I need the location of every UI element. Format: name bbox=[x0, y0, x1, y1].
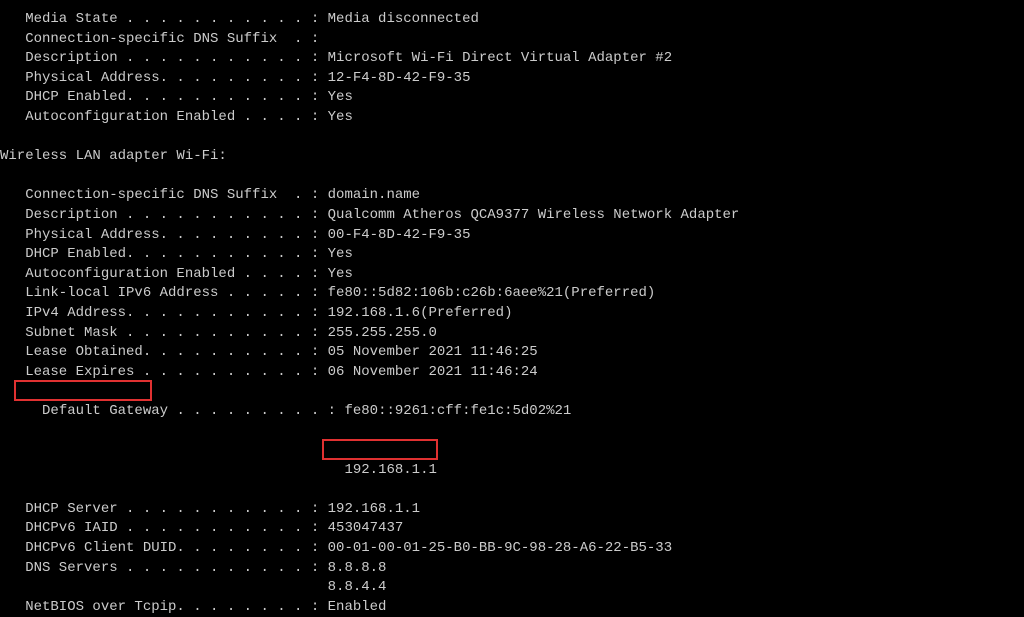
subnet-mask-line: Subnet Mask . . . . . . . . . . . : 255.… bbox=[0, 324, 1024, 344]
link-local-ipv6-line: Link-local IPv6 Address . . . . . : fe80… bbox=[0, 284, 1024, 304]
physical-address-line: Physical Address. . . . . . . . . : 12-F… bbox=[0, 69, 1024, 89]
netbios-line: NetBIOS over Tcpip. . . . . . . . : Enab… bbox=[0, 598, 1024, 617]
dns-suffix-line: Connection-specific DNS Suffix . : domai… bbox=[0, 186, 1024, 206]
description-line: Description . . . . . . . . . . . : Qual… bbox=[0, 206, 1024, 226]
autoconfig-line: Autoconfiguration Enabled . . . . : Yes bbox=[0, 108, 1024, 128]
blank-line bbox=[0, 128, 1024, 148]
adapter-header: Wireless LAN adapter Wi-Fi: bbox=[0, 147, 1024, 167]
highlight-box-label bbox=[14, 380, 152, 401]
default-gateway-value-2: 192.168.1.1 bbox=[17, 462, 437, 478]
highlight-box-value bbox=[322, 439, 438, 460]
ipv4-address-line: IPv4 Address. . . . . . . . . . . : 192.… bbox=[0, 304, 1024, 324]
lease-expires-line: Lease Expires . . . . . . . . . . : 06 N… bbox=[0, 363, 1024, 383]
description-line: Description . . . . . . . . . . . : Micr… bbox=[0, 49, 1024, 69]
dns-suffix-line: Connection-specific DNS Suffix . : bbox=[0, 30, 1024, 50]
default-gateway-line: Default Gateway . . . . . . . . . : fe80… bbox=[0, 382, 1024, 441]
dhcp-server-line: DHCP Server . . . . . . . . . . . : 192.… bbox=[0, 500, 1024, 520]
dhcp-enabled-line: DHCP Enabled. . . . . . . . . . . : Yes bbox=[0, 245, 1024, 265]
dhcpv6-iaid-line: DHCPv6 IAID . . . . . . . . . . . : 4530… bbox=[0, 519, 1024, 539]
media-state-line: Media State . . . . . . . . . . . : Medi… bbox=[0, 10, 1024, 30]
default-gateway-line-2: 192.168.1.1 bbox=[0, 441, 1024, 500]
dns-servers-line-2: 8.8.4.4 bbox=[0, 578, 1024, 598]
autoconfig-line: Autoconfiguration Enabled . . . . : Yes bbox=[0, 265, 1024, 285]
dhcp-enabled-line: DHCP Enabled. . . . . . . . . . . : Yes bbox=[0, 88, 1024, 108]
dhcpv6-client-duid-line: DHCPv6 Client DUID. . . . . . . . : 00-0… bbox=[0, 539, 1024, 559]
lease-obtained-line: Lease Obtained. . . . . . . . . . : 05 N… bbox=[0, 343, 1024, 363]
dns-servers-line: DNS Servers . . . . . . . . . . . : 8.8.… bbox=[0, 559, 1024, 579]
blank-line bbox=[0, 167, 1024, 187]
default-gateway-text: Default Gateway . . . . . . . . . : fe80… bbox=[17, 403, 572, 419]
physical-address-line: Physical Address. . . . . . . . . : 00-F… bbox=[0, 226, 1024, 246]
